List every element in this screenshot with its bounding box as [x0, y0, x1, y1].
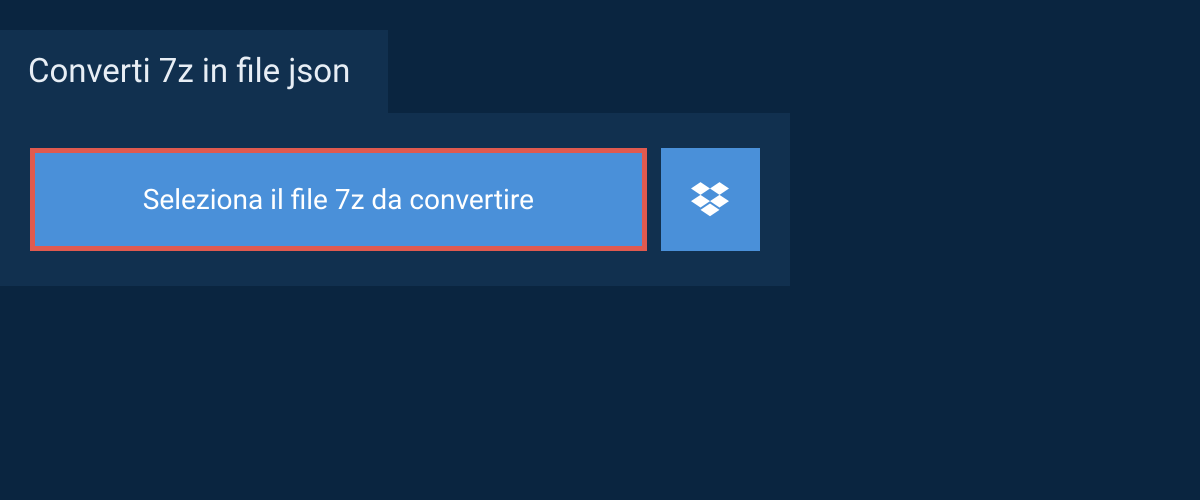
page-title: Converti 7z in file json [28, 52, 350, 91]
dropbox-button[interactable] [661, 148, 760, 251]
select-file-button[interactable]: Seleziona il file 7z da convertire [30, 148, 647, 251]
tab-bar: Converti 7z in file json [0, 30, 790, 113]
page-title-tab: Converti 7z in file json [0, 30, 388, 113]
dropbox-icon [691, 179, 729, 221]
action-row: Seleziona il file 7z da convertire [0, 113, 790, 286]
converter-panel: Converti 7z in file json Seleziona il fi… [0, 30, 790, 286]
select-file-label: Seleziona il file 7z da convertire [143, 183, 534, 216]
